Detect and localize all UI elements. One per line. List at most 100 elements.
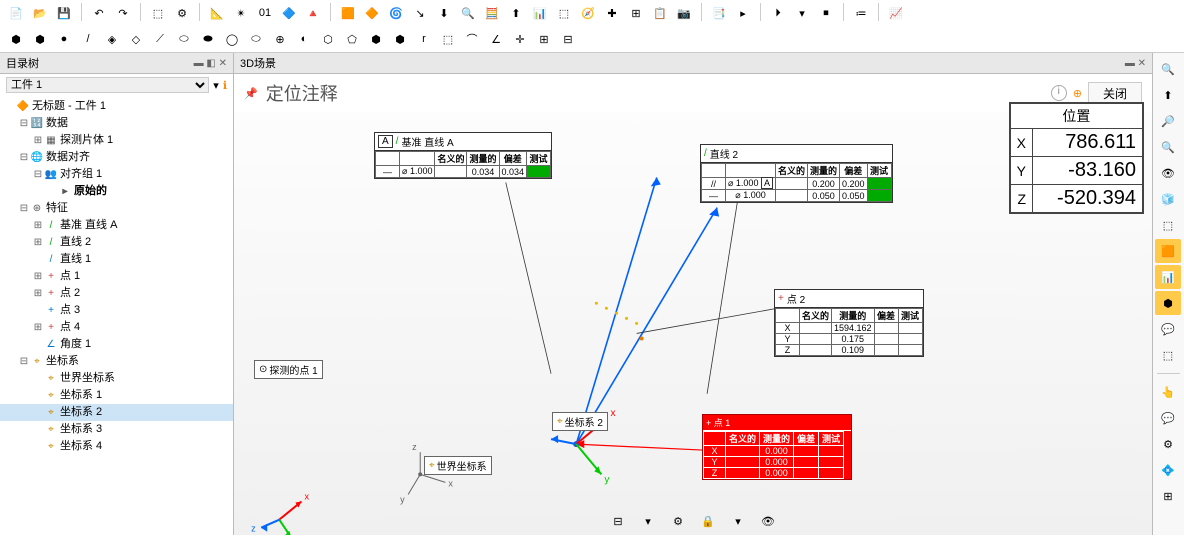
callout-point-2[interactable]: + 点 2 名义的测量的偏差测试 X1594.162 Y0.175 Z0.109 [774,289,924,357]
toolbar2-btn-10[interactable]: ⬭ [246,29,266,49]
bottom-btn-5[interactable]: 👁 [758,511,778,531]
toolbar2-btn-11[interactable]: ⊕ [270,29,290,49]
toolbar1-btn-35[interactable]: ⏵ [768,3,788,23]
toolbar1-btn-22[interactable]: 🧮 [482,3,502,23]
cs2-label[interactable]: ⌖坐标系 2 [552,412,608,431]
toolbar1-btn-37[interactable]: ⏹ [816,3,836,23]
tree-item-6[interactable]: ⊟⊛特征 [0,200,233,217]
right-tool-1[interactable]: ⬆ [1155,83,1181,107]
scene-panel-controls[interactable]: ▬ ✕ [1125,58,1146,69]
toolbar2-btn-19[interactable]: ⌒ [462,29,482,49]
toolbar1-btn-7[interactable]: ⬚ [148,3,168,23]
tree-item-10[interactable]: ⊞+点 1 [0,268,233,285]
toolbar2-btn-9[interactable]: ◯ [222,29,242,49]
toolbar1-btn-28[interactable]: ⊞ [626,3,646,23]
callout-point-1[interactable]: + 点 1 名义的测量的偏差测试 X0.000 Y0.000 Z0.000 [702,414,852,480]
pin-icon[interactable]: 📌 [244,87,258,100]
target-icon[interactable]: ⊕ [1073,87,1082,100]
tree-item-17[interactable]: ⌖坐标系 1 [0,387,233,404]
tree-item-12[interactable]: +点 3 [0,302,233,319]
info-icon[interactable]: ℹ [223,79,227,92]
toolbar1-btn-2[interactable]: 💾 [54,3,74,23]
tree-item-8[interactable]: ⊞/直线 2 [0,234,233,251]
toolbar1-btn-10[interactable]: 📐 [207,3,227,23]
toolbar2-btn-4[interactable]: ◈ [102,29,122,49]
toolbar1-btn-18[interactable]: 🌀 [386,3,406,23]
toolbar1-btn-24[interactable]: 📊 [530,3,550,23]
tree-item-7[interactable]: ⊞/基准 直线 A [0,217,233,234]
toolbar1-btn-39[interactable]: ≔ [851,3,871,23]
toolbar1-btn-13[interactable]: 🔷 [279,3,299,23]
dropdown-icon[interactable]: ▾ [213,79,219,92]
toolbar2-btn-21[interactable]: ✛ [510,29,530,49]
toolbar1-btn-12[interactable]: 01 [255,3,275,23]
right-tool-9[interactable]: ⬢ [1155,291,1181,315]
world-cs-label[interactable]: ⌖世界坐标系 [424,456,492,475]
toolbar1-btn-16[interactable]: 🟧 [338,3,358,23]
toolbar1-btn-19[interactable]: ↘ [410,3,430,23]
tree-item-3[interactable]: ⊟🌐数据对齐 [0,149,233,166]
right-tool-2[interactable]: 🔎 [1155,109,1181,133]
toolbar1-btn-5[interactable]: ↷ [113,3,133,23]
toolbar2-btn-18[interactable]: ⬚ [438,29,458,49]
right-tool-3[interactable]: 🔍 [1155,135,1181,159]
toolbar2-btn-22[interactable]: ⊞ [534,29,554,49]
callout-line-2[interactable]: / 直线 2 名义的测量的偏差测试 //⌀ 1.000 A0.2000.200 … [700,144,893,203]
toolbar2-btn-7[interactable]: ⬭ [174,29,194,49]
toolbar1-btn-29[interactable]: 📋 [650,3,670,23]
right-tool-14[interactable]: 💬 [1155,406,1181,430]
tree-item-16[interactable]: ⌖世界坐标系 [0,370,233,387]
tree-item-18[interactable]: ⌖坐标系 2 [0,404,233,421]
toolbar1-btn-8[interactable]: ⚙ [172,3,192,23]
bottom-btn-0[interactable]: ⊟ [608,511,628,531]
toolbar1-btn-0[interactable]: 📄 [6,3,26,23]
bottom-btn-4[interactable]: ▾ [728,511,748,531]
toolbar2-btn-20[interactable]: ∠ [486,29,506,49]
probe-point-label[interactable]: ⊙探测的点 1 [254,360,323,379]
toolbar2-btn-13[interactable]: ⬡ [318,29,338,49]
toolbar1-btn-25[interactable]: ⬚ [554,3,574,23]
toolbar1-btn-30[interactable]: 📷 [674,3,694,23]
toolbar2-btn-16[interactable]: ⬢ [390,29,410,49]
toolbar1-btn-17[interactable]: 🔶 [362,3,382,23]
tree-item-2[interactable]: ⊞▦探测片体 1 [0,132,233,149]
right-tool-15[interactable]: ⚙ [1155,432,1181,456]
toolbar2-btn-14[interactable]: ⬠ [342,29,362,49]
toolbar1-btn-21[interactable]: 🔍 [458,3,478,23]
right-tool-0[interactable]: 🔍 [1155,57,1181,81]
right-tool-7[interactable]: 🟧 [1155,239,1181,263]
tree-item-19[interactable]: ⌖坐标系 3 [0,421,233,438]
right-tool-13[interactable]: 👆 [1155,380,1181,404]
workpiece-select[interactable]: 工件 1 [6,77,209,93]
bottom-btn-1[interactable]: ▾ [638,511,658,531]
toolbar2-btn-1[interactable]: ⬢ [30,29,50,49]
toolbar1-btn-41[interactable]: 📈 [886,3,906,23]
right-tool-8[interactable]: 📊 [1155,265,1181,289]
toolbar2-btn-12[interactable]: ◐ [294,29,314,49]
toolbar1-btn-33[interactable]: ▸ [733,3,753,23]
toolbar1-btn-1[interactable]: 📂 [30,3,50,23]
info-circle-icon[interactable]: i [1051,85,1067,101]
right-tool-4[interactable]: 👁 [1155,161,1181,185]
tree-item-0[interactable]: 🔶无标题 - 工件 1 [0,98,233,115]
tree-item-9[interactable]: /直线 1 [0,251,233,268]
right-tool-10[interactable]: 💬 [1155,317,1181,341]
tree-item-14[interactable]: ∠角度 1 [0,336,233,353]
toolbar1-btn-27[interactable]: ✚ [602,3,622,23]
toolbar1-btn-36[interactable]: ▾ [792,3,812,23]
callout-line-a[interactable]: A / 基准 直线 A 名义的测量的偏差测试 —⌀ 1.0000.0340.03… [374,132,552,179]
toolbar2-btn-23[interactable]: ⊟ [558,29,578,49]
toolbar2-btn-17[interactable]: r [414,29,434,49]
toolbar2-btn-2[interactable]: ● [54,29,74,49]
tree-item-15[interactable]: ⊟⌖坐标系 [0,353,233,370]
toolbar1-btn-20[interactable]: ⬇ [434,3,454,23]
bottom-btn-2[interactable]: ⚙ [668,511,688,531]
right-tool-17[interactable]: ⊞ [1155,484,1181,508]
tree-item-11[interactable]: ⊞+点 2 [0,285,233,302]
tree-item-13[interactable]: ⊞+点 4 [0,319,233,336]
right-tool-16[interactable]: 💠 [1155,458,1181,482]
toolbar1-btn-4[interactable]: ↶ [89,3,109,23]
bottom-btn-3[interactable]: 🔒 [698,511,718,531]
toolbar2-btn-3[interactable]: / [78,29,98,49]
tree-item-20[interactable]: ⌖坐标系 4 [0,438,233,455]
